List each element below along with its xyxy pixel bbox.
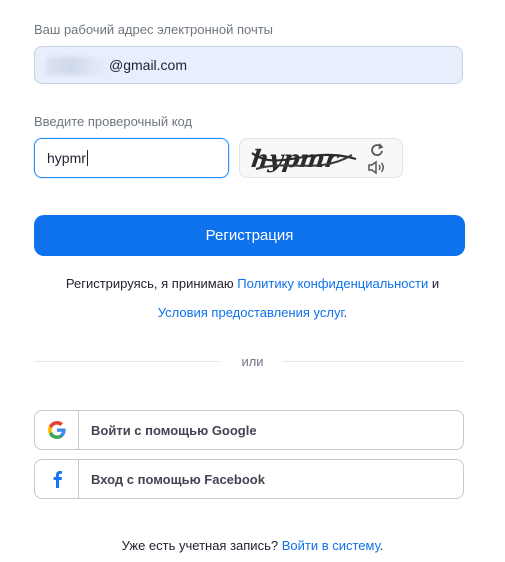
facebook-signin-button[interactable]: Вход с помощью Facebook — [34, 459, 464, 499]
terms-text: Регистрируясь, я принимаю Политику конфи… — [0, 276, 505, 291]
signin-prompt-suffix: . — [379, 538, 384, 553]
text-caret — [86, 150, 88, 166]
email-label: Ваш рабочий адрес электронной почты — [34, 22, 274, 37]
divider-right — [282, 361, 464, 362]
email-value: @gmail.com — [109, 57, 188, 73]
captcha-image: hypmr — [250, 144, 357, 173]
google-signin-label: Войти с помощью Google — [91, 423, 257, 438]
signin-prompt: Уже есть учетная запись? Войти в систему… — [0, 538, 505, 553]
terms-suffix: . — [343, 305, 348, 320]
google-signin-button[interactable]: Войти с помощью Google — [34, 410, 464, 450]
google-icon — [47, 421, 66, 439]
privacy-policy-link[interactable]: Политику конфиденциальности — [237, 276, 428, 291]
register-button[interactable]: Регистрация — [34, 215, 465, 256]
facebook-signin-label: Вход с помощью Facebook — [91, 472, 265, 487]
signin-link[interactable]: Войти в систему — [282, 538, 380, 553]
terms-conjunction: и — [428, 276, 440, 291]
terms-text-line2: Условия предоставления услуг. — [0, 305, 505, 320]
verification-code-input[interactable]: hypmr — [34, 138, 229, 178]
refresh-icon[interactable] — [366, 141, 388, 158]
terms-of-service-link[interactable]: Условия предоставления услуг — [158, 305, 344, 320]
verification-code-value: hypmr — [47, 150, 86, 166]
email-field[interactable]: @gmail.com — [34, 46, 463, 84]
facebook-icon — [53, 471, 62, 488]
terms-prefix: Регистрируясь, я принимаю — [65, 276, 238, 291]
captcha-box: hypmr — [239, 138, 403, 178]
signin-prompt-text: Уже есть учетная запись? — [121, 538, 282, 553]
speaker-icon[interactable] — [366, 159, 388, 176]
email-redacted-area — [46, 57, 108, 75]
code-label: Введите проверочный код — [34, 114, 193, 129]
